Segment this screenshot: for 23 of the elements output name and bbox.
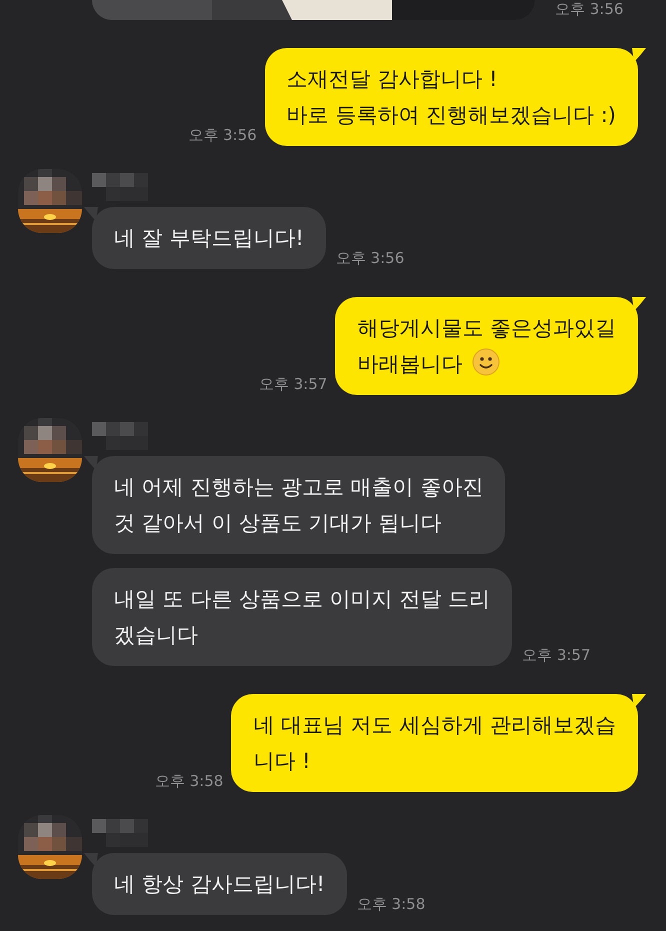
message-bubble: 소재전달 감사합니다 ! 바로 등록하여 진행해보겠습니다 :) [264,48,638,146]
bubble-tail [84,207,98,221]
timestamp: 오후 3:56 [188,125,257,145]
message-bubble: 네 대표님 저도 세심하게 관리해보겠습 니다 ! [231,694,638,792]
timestamp: 오후 3:58 [356,894,426,914]
mosaic-block [92,819,148,847]
mosaic-block [92,173,148,201]
message-bubble: 네 잘 부탁드립니다! [92,207,326,269]
message-bubble: 네 어제 진행하는 광고로 매출이 좋아진 것 같아서 이 상품도 기대가 됩니다 [92,456,506,554]
message-bubble: 내일 또 다른 상품으로 이미지 전달 드리 겠습니다 [92,568,512,666]
bubble-tail [632,694,646,708]
timestamp: 오후 3:57 [258,374,328,394]
timestamp: 오후 3:58 [154,771,224,791]
timestamp: 오후 3:56 [336,248,404,268]
bubble-tail [84,456,98,470]
bubble-tail [632,48,646,62]
message-bubble: 네 항상 감사드립니다! [92,853,347,915]
bubble-tail [632,297,646,311]
timestamp: 오후 3:57 [522,645,591,665]
bubble-tail [84,853,98,867]
message-bubble: 해당게시물도 좋은성과있길 바래봅니다 [335,297,638,395]
mosaic-block [92,422,148,450]
timestamp: 오후 3:56 [555,0,624,19]
